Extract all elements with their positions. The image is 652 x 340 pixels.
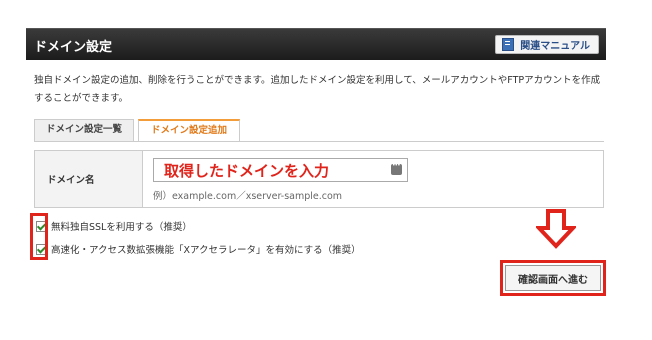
domain-example: 例）example.com／xserver-sample.com — [153, 191, 343, 202]
related-manual-label: 関連マニュアル — [520, 41, 590, 52]
ssl-option: 無料独自SSLを利用する（推奨） — [36, 219, 192, 233]
confirm-button[interactable]: 確認画面へ進む — [505, 265, 601, 291]
tab-domain-list[interactable]: ドメイン設定一覧 — [34, 119, 134, 141]
description-text: 独自ドメイン設定の追加、削除を行うことができます。追加したドメイン設定を利用して… — [34, 75, 601, 104]
down-arrow-icon — [536, 209, 576, 249]
domain-input[interactable] — [153, 158, 408, 182]
autofill-icon[interactable] — [391, 162, 402, 175]
domain-name-label: ドメイン名 — [35, 151, 143, 207]
page-title: ドメイン設定 — [34, 40, 113, 55]
tab-domain-add[interactable]: ドメイン設定追加 — [138, 119, 240, 141]
checkbox-highlight-box — [30, 213, 48, 260]
book-icon — [502, 38, 515, 51]
section-header: ドメイン設定 関連マニュアル — [26, 28, 606, 60]
domain-field-cell: 例）example.com／xserver-sample.com — [143, 151, 603, 207]
accelerator-option-label: 高速化・アクセス数拡張機能「Xアクセラレータ」を有効にする（推奨） — [51, 245, 361, 256]
domain-form: ドメイン名 例）example.com／xserver-sample.com — [34, 150, 604, 208]
related-manual-button[interactable]: 関連マニュアル — [495, 35, 599, 54]
ssl-option-label: 無料独自SSLを利用する（推奨） — [51, 222, 192, 233]
accelerator-option: 高速化・アクセス数拡張機能「Xアクセラレータ」を有効にする（推奨） — [36, 242, 361, 256]
tab-divider — [34, 141, 604, 142]
